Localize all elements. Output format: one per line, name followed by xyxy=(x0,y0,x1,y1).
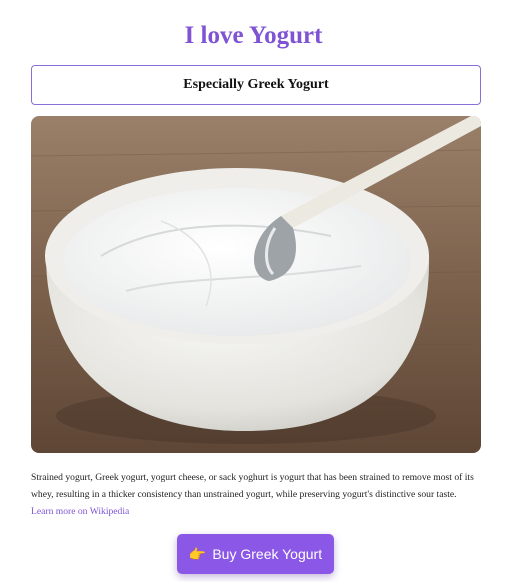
subtitle-box: Especially Greek Yogurt xyxy=(31,65,481,105)
subtitle-text: Especially Greek Yogurt xyxy=(183,77,329,92)
yogurt-photo xyxy=(31,116,481,453)
buy-button-label: Buy Greek Yogurt xyxy=(212,546,323,562)
wikipedia-link[interactable]: Learn more on Wikipedia xyxy=(31,506,129,517)
buy-greek-yogurt-button[interactable]: 👉 Buy Greek Yogurt xyxy=(177,534,334,574)
page-title: I love Yogurt xyxy=(184,22,323,49)
pointing-hand-icon: 👉 xyxy=(188,546,207,562)
description-text: Strained yogurt, Greek yogurt, yogurt ch… xyxy=(31,472,474,500)
